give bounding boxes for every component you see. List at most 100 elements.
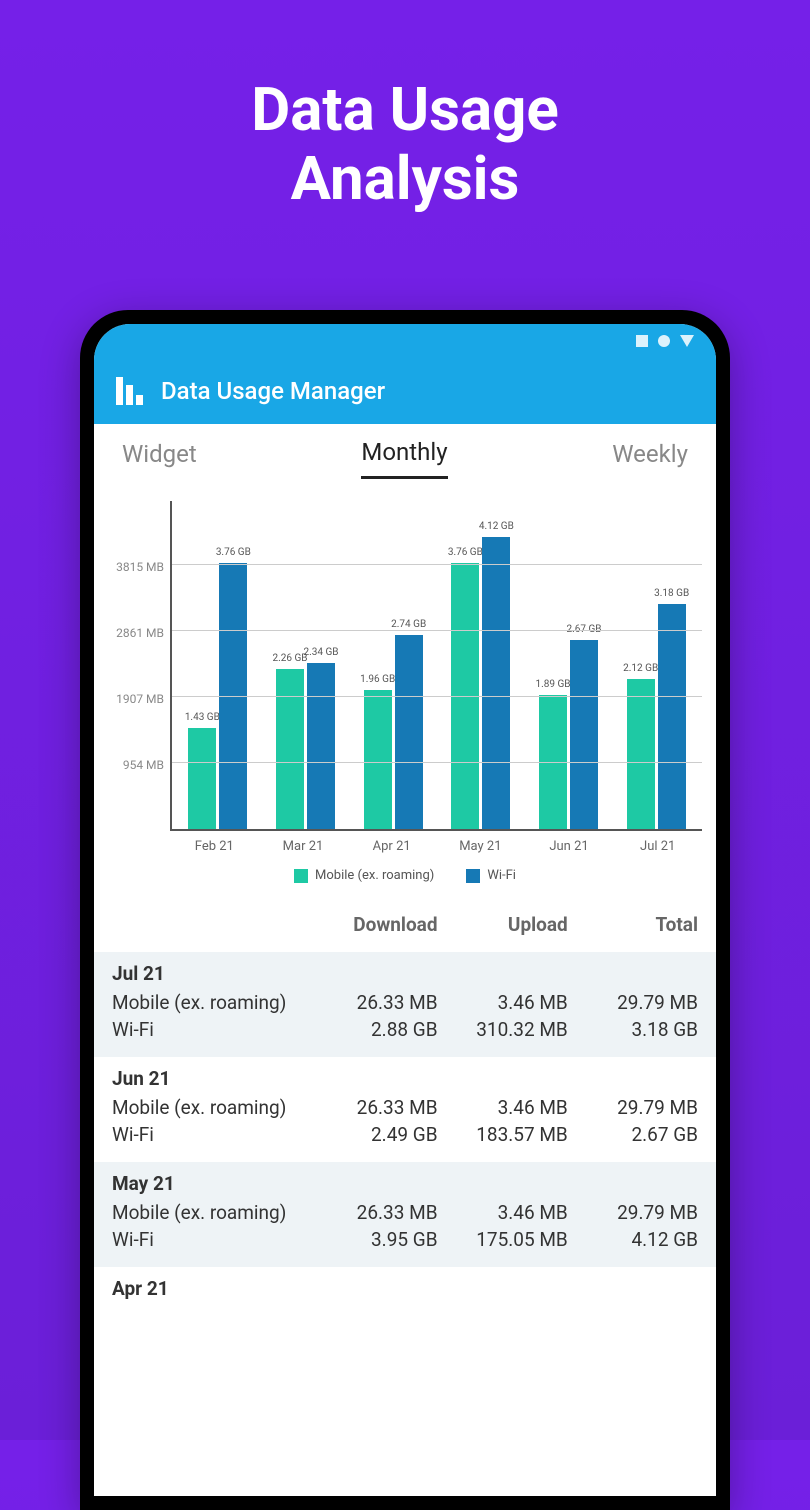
x-tick: Jun 21 bbox=[525, 839, 614, 854]
phone-frame: Data Usage Manager Widget Monthly Weekly… bbox=[80, 310, 730, 1510]
bar-value-label: 3.18 GB bbox=[654, 588, 689, 599]
cell-label: Wi-Fi bbox=[112, 1228, 307, 1251]
table-month-label: Jul 21 bbox=[112, 962, 698, 985]
bar-value-label: 2.34 GB bbox=[303, 647, 338, 658]
hero-line-2: Analysis bbox=[0, 144, 810, 213]
chart-month-group: 1.43 GB 3.76 GB bbox=[174, 501, 262, 829]
bar-wifi: 2.34 GB bbox=[307, 663, 335, 829]
bar-value-label: 2.26 GB bbox=[272, 653, 307, 664]
cell-download: 2.49 GB bbox=[307, 1123, 437, 1146]
status-circle-icon bbox=[658, 335, 670, 347]
table-month-label: Apr 21 bbox=[112, 1277, 698, 1300]
table-row: Mobile (ex. roaming)26.33 MB3.46 MB29.79… bbox=[112, 1094, 698, 1121]
chart-plot-area: 1.43 GB3.76 GB2.26 GB2.34 GB1.96 GB2.74 … bbox=[170, 501, 702, 831]
legend-label-mobile: Mobile (ex. roaming) bbox=[315, 868, 434, 883]
bar-value-label: 2.12 GB bbox=[623, 663, 658, 674]
table-month-label: Jun 21 bbox=[112, 1067, 698, 1090]
bar-value-label: 3.76 GB bbox=[216, 547, 251, 558]
tab-bar: Widget Monthly Weekly bbox=[94, 424, 716, 479]
table-month-group: Apr 21 bbox=[94, 1267, 716, 1318]
y-tick: 2861 MB bbox=[116, 626, 164, 640]
chart-bars: 1.43 GB3.76 GB2.26 GB2.34 GB1.96 GB2.74 … bbox=[172, 501, 702, 829]
bar-mobile: 2.12 GB bbox=[627, 679, 655, 829]
table-row: Wi-Fi2.49 GB183.57 MB2.67 GB bbox=[112, 1121, 698, 1148]
legend-item-mobile: Mobile (ex. roaming) bbox=[294, 868, 434, 883]
bar-mobile: 2.26 GB bbox=[276, 669, 304, 829]
x-tick: May 21 bbox=[436, 839, 525, 854]
status-square-icon bbox=[636, 335, 648, 347]
table-row: Mobile (ex. roaming)26.33 MB3.46 MB29.79… bbox=[112, 989, 698, 1016]
chart-x-axis: Feb 21Mar 21Apr 21May 21Jun 21Jul 21 bbox=[170, 831, 702, 854]
table-month-group: Jul 21 Mobile (ex. roaming)26.33 MB3.46 M… bbox=[94, 952, 716, 1057]
hero-title: Data Usage Analysis bbox=[0, 0, 810, 213]
status-bar bbox=[94, 324, 716, 358]
table-row: Wi-Fi3.95 GB175.05 MB4.12 GB bbox=[112, 1226, 698, 1253]
table-body: Jul 21Mobile (ex. roaming)26.33 MB3.46 M… bbox=[94, 952, 716, 1318]
chart-month-group: 1.96 GB2.74 GB bbox=[349, 501, 437, 829]
cell-upload: 175.05 MB bbox=[438, 1228, 568, 1251]
legend-item-wifi: Wi-Fi bbox=[466, 868, 516, 883]
table-month-label: May 21 bbox=[112, 1172, 698, 1195]
table-row: Mobile (ex. roaming)26.33 MB3.46 MB29.79… bbox=[112, 1199, 698, 1226]
app-bar: Data Usage Manager bbox=[94, 358, 716, 424]
bar-wifi: 3.18 GB bbox=[658, 604, 686, 829]
cell-upload: 183.57 MB bbox=[438, 1123, 568, 1146]
chart-month-group: 2.26 GB2.34 GB bbox=[262, 501, 350, 829]
legend-swatch-wifi bbox=[466, 869, 480, 883]
tab-weekly[interactable]: Weekly bbox=[612, 440, 688, 478]
phone-screen: Data Usage Manager Widget Monthly Weekly… bbox=[94, 324, 716, 1496]
legend-label-wifi: Wi-Fi bbox=[487, 868, 516, 883]
x-tick: Mar 21 bbox=[259, 839, 348, 854]
cell-total: 29.79 MB bbox=[568, 991, 698, 1014]
bar-mobile: 1.96 GB bbox=[364, 690, 392, 829]
cell-total: 4.12 GB bbox=[568, 1228, 698, 1251]
cell-total: 3.18 GB bbox=[568, 1018, 698, 1041]
x-tick: Apr 21 bbox=[347, 839, 436, 854]
cell-download: 3.95 GB bbox=[307, 1228, 437, 1251]
table-month-group: Jun 21 Mobile (ex. roaming)26.33 MB3.46 M… bbox=[94, 1057, 716, 1162]
bar-value-label: 1.96 GB bbox=[360, 674, 395, 685]
cell-download: 2.88 GB bbox=[307, 1018, 437, 1041]
bar-value-label: 2.74 GB bbox=[391, 619, 426, 630]
cell-total: 29.79 MB bbox=[568, 1201, 698, 1224]
chart-month-group: 1.89 GB2.67 GB bbox=[525, 501, 613, 829]
cell-upload: 3.46 MB bbox=[438, 1096, 568, 1119]
legend-swatch-mobile bbox=[294, 869, 308, 883]
bar-wifi: 2.67 GB bbox=[570, 640, 598, 829]
cell-upload: 3.46 MB bbox=[438, 991, 568, 1014]
app-logo-icon bbox=[116, 377, 143, 405]
table-row: Wi-Fi2.88 GB310.32 MB3.18 GB bbox=[112, 1016, 698, 1043]
bar-value-label: 1.89 GB bbox=[536, 679, 571, 690]
cell-label: Wi-Fi bbox=[112, 1123, 307, 1146]
bar-wifi: 4.12 GB bbox=[482, 537, 510, 829]
usage-table: Download Upload Total Jul 21 Mobile (ex. … bbox=[94, 897, 716, 1496]
cell-download: 26.33 MB bbox=[307, 991, 437, 1014]
y-tick: 954 MB bbox=[123, 758, 164, 772]
app-title: Data Usage Manager bbox=[161, 377, 385, 405]
status-triangle-icon bbox=[680, 335, 694, 347]
x-tick: Jul 21 bbox=[613, 839, 702, 854]
cell-label: Mobile (ex. roaming) bbox=[112, 1201, 307, 1224]
cell-label: Mobile (ex. roaming) bbox=[112, 1096, 307, 1119]
col-total: Total bbox=[568, 913, 698, 936]
bar-mobile: 1.43 GB bbox=[188, 728, 216, 829]
bar-chart: 954 MB1907 MB2861 MB3815 MB 1.43 GB3.76 … bbox=[108, 501, 702, 831]
table-header-row: Download Upload Total bbox=[94, 897, 716, 952]
chart-legend: Mobile (ex. roaming) Wi-Fi bbox=[108, 854, 702, 891]
y-tick: 3815 MB bbox=[116, 560, 164, 574]
table-month-group: May 21 Mobile (ex. roaming)26.33 MB3.46 M… bbox=[94, 1162, 716, 1267]
x-tick: Feb 21 bbox=[170, 839, 259, 854]
cell-label: Wi-Fi bbox=[112, 1018, 307, 1041]
hero-line-1: Data Usage bbox=[0, 75, 810, 144]
tab-widget[interactable]: Widget bbox=[122, 440, 197, 478]
bar-value-label: 4.12 GB bbox=[479, 521, 514, 532]
col-upload: Upload bbox=[438, 913, 568, 936]
bar-value-label: 3.76 GB bbox=[448, 547, 483, 558]
bar-wifi: 2.74 GB bbox=[395, 635, 423, 829]
cell-upload: 310.32 MB bbox=[438, 1018, 568, 1041]
cell-upload: 3.46 MB bbox=[438, 1201, 568, 1224]
cell-download: 26.33 MB bbox=[307, 1096, 437, 1119]
tab-monthly[interactable]: Monthly bbox=[361, 438, 447, 479]
cell-total: 2.67 GB bbox=[568, 1123, 698, 1146]
chart-month-group: 2.12 GB3.18 GB bbox=[612, 501, 700, 829]
